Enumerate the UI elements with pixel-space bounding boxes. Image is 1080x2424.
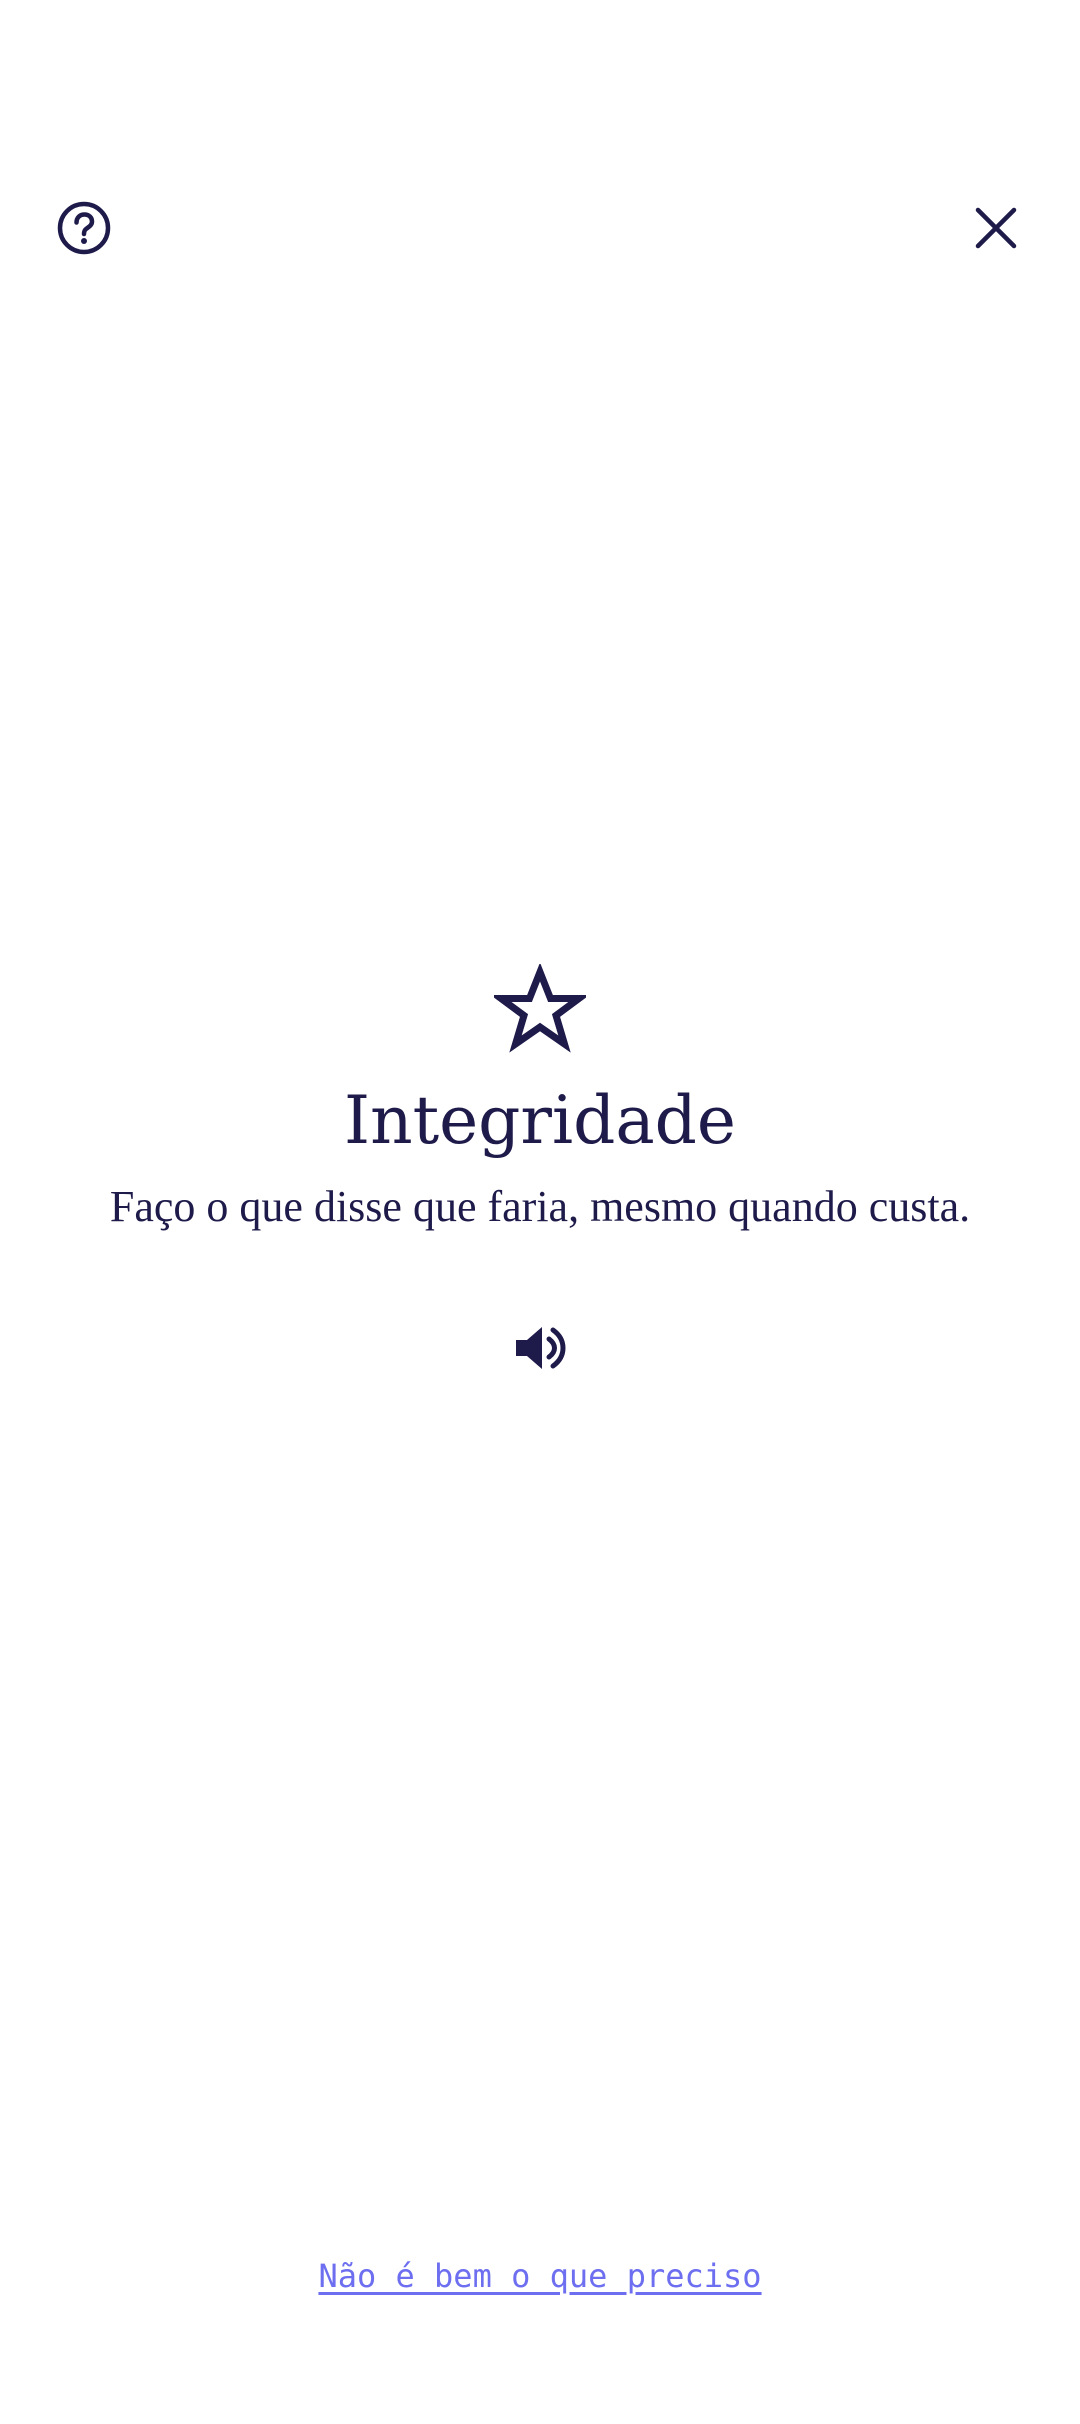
close-button[interactable] — [958, 190, 1034, 266]
close-icon — [975, 207, 1017, 249]
play-audio-button[interactable] — [502, 1310, 578, 1386]
not-what-i-need-link[interactable]: Não é bem o que preciso — [0, 2252, 1080, 2300]
value-description: Faço o que disse que faria, mesmo quando… — [109, 1182, 971, 1231]
top-bar — [0, 190, 1080, 266]
value-title: Integridade — [344, 1082, 736, 1159]
speaker-volume-icon — [516, 1327, 566, 1369]
help-circle-icon — [57, 201, 111, 255]
value-card: Integridade Faço o que disse que faria, … — [0, 960, 1080, 1386]
star-icon-container — [490, 960, 590, 1060]
star-outline-icon — [494, 964, 586, 1053]
help-button[interactable] — [46, 190, 122, 266]
